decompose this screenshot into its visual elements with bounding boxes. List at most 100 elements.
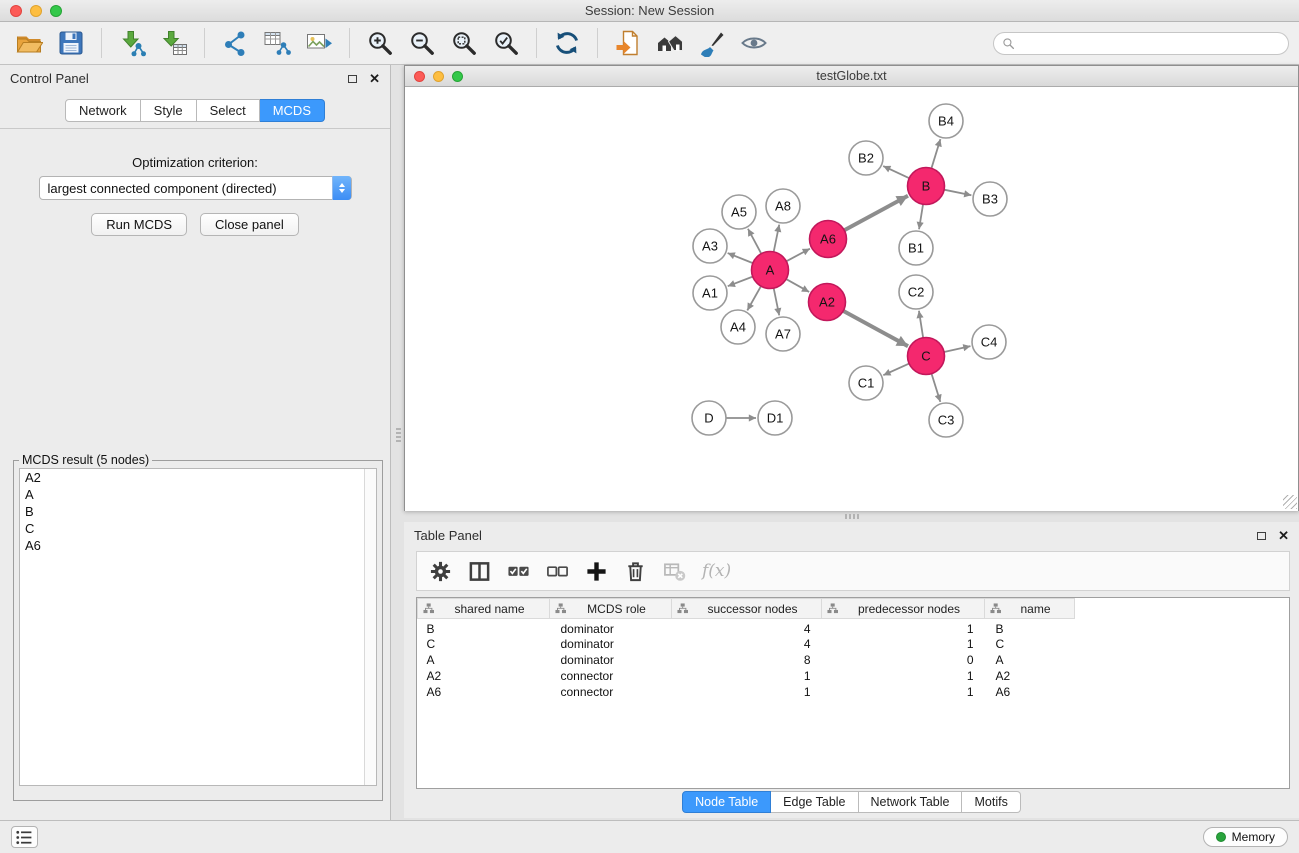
mcds-result-item[interactable]: B	[20, 503, 376, 520]
network-edge-A2-C[interactable]	[843, 311, 908, 346]
network-node-C4[interactable]: C4	[972, 325, 1006, 359]
network-node-B[interactable]: B	[908, 168, 945, 205]
network-node-D[interactable]: D	[692, 401, 726, 435]
function-builder-button[interactable]: f(x)	[702, 561, 731, 581]
tab-motifs[interactable]: Motifs	[962, 791, 1020, 813]
network-node-C3[interactable]: C3	[929, 403, 963, 437]
table-row[interactable]: Cdominator41C	[418, 636, 1290, 652]
table-row[interactable]: Adominator80A	[418, 652, 1290, 668]
zoom-fit-button[interactable]	[443, 27, 485, 59]
select-all-button[interactable]	[507, 560, 530, 583]
mcds-result-item[interactable]: A2	[20, 469, 376, 486]
network-node-A2[interactable]: A2	[809, 284, 846, 321]
import-table-from-file-button[interactable]	[153, 27, 195, 59]
network-edge-A-A7[interactable]	[774, 288, 780, 315]
tab-mcds[interactable]: MCDS	[260, 99, 325, 122]
network-edge-B-B4[interactable]	[931, 139, 940, 168]
network-node-B2[interactable]: B2	[849, 141, 883, 175]
add-row-button[interactable]	[585, 560, 608, 583]
tab-node-table[interactable]: Node Table	[682, 791, 771, 813]
network-from-selection-button[interactable]	[256, 27, 298, 59]
network-node-A[interactable]: A	[752, 252, 789, 289]
result-list-scrollbar[interactable]	[364, 469, 376, 785]
network-node-D1[interactable]: D1	[758, 401, 792, 435]
network-node-C2[interactable]: C2	[899, 275, 933, 309]
zoom-in-button[interactable]	[359, 27, 401, 59]
minimize-network-window-icon[interactable]	[433, 71, 444, 82]
network-node-B1[interactable]: B1	[899, 231, 933, 265]
graphics-details-button[interactable]	[691, 27, 733, 59]
network-node-A1[interactable]: A1	[693, 276, 727, 310]
network-edge-A-A4[interactable]	[747, 286, 761, 310]
float-panel-icon[interactable]	[348, 75, 357, 83]
network-node-A3[interactable]: A3	[693, 229, 727, 263]
network-edge-C-C2[interactable]	[919, 311, 923, 338]
show-panels-button[interactable]	[11, 826, 38, 848]
network-node-C[interactable]: C	[908, 338, 945, 375]
tab-style[interactable]: Style	[141, 99, 197, 122]
close-panel-icon[interactable]: ✕	[369, 72, 380, 85]
vertical-splitter-handle[interactable]	[396, 428, 401, 442]
import-network-from-file-button[interactable]	[111, 27, 153, 59]
optimization-criterion-select[interactable]: largest connected component (directed)	[39, 176, 352, 200]
tab-network-table[interactable]: Network Table	[859, 791, 963, 813]
resize-grip-icon[interactable]	[1283, 495, 1297, 509]
save-session-button[interactable]	[50, 27, 92, 59]
network-node-C1[interactable]: C1	[849, 366, 883, 400]
close-window-icon[interactable]	[10, 5, 22, 17]
unselect-all-button[interactable]	[546, 560, 569, 583]
zoom-out-button[interactable]	[401, 27, 443, 59]
memory-button[interactable]: Memory	[1203, 827, 1288, 847]
run-mcds-button[interactable]: Run MCDS	[91, 213, 187, 236]
column-header-predecessor-nodes[interactable]: predecessor nodes	[822, 599, 985, 619]
home-button[interactable]	[649, 27, 691, 59]
network-edge-A6-B[interactable]	[844, 196, 908, 230]
horizontal-splitter-handle[interactable]	[845, 514, 859, 519]
minimize-window-icon[interactable]	[30, 5, 42, 17]
network-node-A5[interactable]: A5	[722, 195, 756, 229]
table-row[interactable]: Bdominator41B	[418, 619, 1290, 637]
network-node-A7[interactable]: A7	[766, 317, 800, 351]
network-node-B4[interactable]: B4	[929, 104, 963, 138]
float-table-panel-icon[interactable]	[1257, 532, 1266, 540]
eye-button[interactable]	[733, 27, 775, 59]
delete-table-button[interactable]	[663, 560, 686, 583]
mcds-result-item[interactable]: A6	[20, 537, 376, 554]
network-edge-A-A5[interactable]	[748, 229, 761, 254]
network-edge-A-A2[interactable]	[786, 279, 809, 292]
tab-network[interactable]: Network	[65, 99, 141, 122]
network-edge-C-C3[interactable]	[932, 374, 941, 402]
tab-select[interactable]: Select	[197, 99, 260, 122]
network-node-A4[interactable]: A4	[721, 310, 755, 344]
table-row[interactable]: A2connector11A2	[418, 668, 1290, 684]
column-header-name[interactable]: name	[985, 599, 1075, 619]
export-image-button[interactable]	[298, 27, 340, 59]
show-columns-button[interactable]	[468, 560, 491, 583]
network-edge-A-A1[interactable]	[728, 277, 753, 287]
delete-row-button[interactable]	[624, 560, 647, 583]
close-network-window-icon[interactable]	[414, 71, 425, 82]
network-edge-B-B1[interactable]	[919, 204, 923, 229]
import-file-button[interactable]	[607, 27, 649, 59]
close-panel-button[interactable]: Close panel	[200, 213, 299, 236]
apply-layout-button[interactable]	[546, 27, 588, 59]
network-edge-A-A3[interactable]	[728, 253, 753, 263]
network-edge-A-A6[interactable]	[786, 249, 810, 262]
tab-edge-table[interactable]: Edge Table	[771, 791, 858, 813]
column-header-successor-nodes[interactable]: successor nodes	[672, 599, 822, 619]
network-edge-C-C4[interactable]	[944, 346, 970, 352]
search-input[interactable]	[1020, 37, 1280, 51]
mcds-result-item[interactable]: A	[20, 486, 376, 503]
close-table-panel-icon[interactable]: ✕	[1278, 529, 1289, 542]
network-edge-B-B3[interactable]	[944, 190, 971, 196]
network-canvas-svg[interactable]: B4 B2 B B3 A8 A5 A6 A3 B1 A C2 A1 A2 A4 A7 C4 C C1 D D1 C3	[405, 87, 1298, 511]
network-edge-A-A8[interactable]	[774, 225, 780, 252]
open-session-button[interactable]	[8, 27, 50, 59]
network-node-A6[interactable]: A6	[810, 221, 847, 258]
network-edge-C-C1[interactable]	[883, 364, 909, 376]
zoom-window-icon[interactable]	[50, 5, 62, 17]
network-node-A8[interactable]: A8	[766, 189, 800, 223]
table-settings-button[interactable]	[429, 560, 452, 583]
search-box[interactable]	[993, 32, 1289, 55]
network-node-B3[interactable]: B3	[973, 182, 1007, 216]
